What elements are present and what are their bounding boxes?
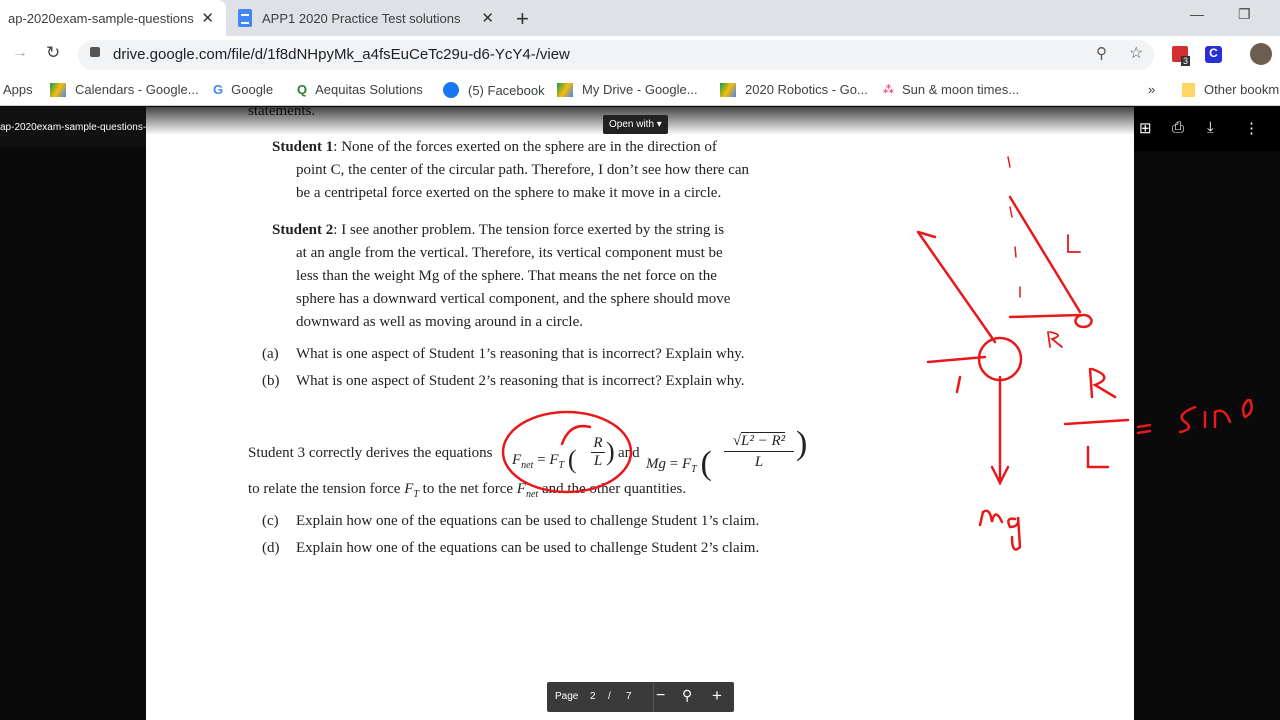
page-label: Page — [555, 691, 579, 702]
close-icon[interactable]: ✕ — [201, 9, 214, 27]
more-icon[interactable]: ⋮ — [1244, 119, 1259, 137]
student3-text: Student 3 correctly derives the equation… — [248, 445, 493, 461]
extension-badge: 3 — [1181, 56, 1191, 66]
student1-line: be a centripetal force exerted on the sp… — [296, 185, 722, 201]
viewer-toolbar: ⊞ ⎙ ⤓ ⋮ — [1134, 107, 1280, 151]
question-label: (a) — [262, 346, 279, 362]
drive-icon — [557, 82, 573, 97]
google-icon: G — [213, 82, 224, 97]
page-current[interactable]: 2 — [590, 691, 596, 702]
drive-icon — [720, 82, 736, 97]
lock-icon — [90, 47, 100, 57]
bookmark-facebook[interactable]: (5) Facebook — [443, 82, 545, 98]
folder-icon — [1182, 82, 1195, 97]
add-comment-icon[interactable]: ⊞ — [1139, 119, 1152, 137]
and-text: and — [618, 445, 640, 461]
zoom-icon[interactable]: ⚲ — [682, 687, 692, 704]
page-controls: Page 2 / 7 − ⚲ + — [547, 682, 734, 712]
restore-icon[interactable]: ❐ — [1238, 6, 1251, 23]
tab-docs[interactable]: APP1 2020 Practice Test solutions ✕ — [236, 0, 506, 36]
forward-icon[interactable]: → — [12, 44, 28, 62]
student1-line: point C, the center of the circular path… — [296, 162, 750, 178]
docs-icon — [238, 9, 252, 27]
open-with-button[interactable]: Open with ▾ — [603, 115, 668, 134]
sun-moon-icon: ⁂ — [883, 84, 894, 96]
bookmark-calendars[interactable]: Calendars - Google... — [50, 82, 199, 97]
close-icon[interactable]: ✕ — [481, 9, 494, 27]
reload-icon[interactable]: ↻ — [46, 43, 60, 63]
equation-fnet: Fnet = FT ( — [512, 445, 577, 474]
divider — [653, 682, 654, 712]
tab-title: APP1 2020 Practice Test solutions — [262, 10, 461, 26]
bookmark-my-drive[interactable]: My Drive - Google... — [557, 82, 698, 97]
page-separator: / — [608, 691, 611, 702]
paren: ) — [606, 437, 615, 466]
tab-bar: ap-2020exam-sample-questions ✕ APP1 2020 … — [0, 0, 1280, 36]
text-fragment: statements. — [248, 103, 316, 119]
c-extension-icon[interactable]: C — [1205, 46, 1222, 63]
new-tab-button[interactable]: + — [516, 6, 529, 32]
student2-line: sphere has a downward vertical component… — [296, 291, 731, 307]
question-text: What is one aspect of Student 2’s reason… — [296, 373, 745, 389]
zoom-out-icon[interactable]: − — [656, 687, 665, 705]
aequitas-icon: Q — [297, 82, 308, 97]
student2-line: downward as well as moving around in a c… — [296, 314, 583, 330]
bookmark-robotics[interactable]: 2020 Robotics - Go... — [720, 82, 868, 97]
fraction-sqrt: √L² − R² L — [724, 431, 794, 472]
sin-theta-text — [1178, 398, 1253, 434]
student2-line: less than the weight Mg of the sphere. T… — [296, 268, 717, 284]
relate-line: to relate the tension force FT to the ne… — [248, 481, 687, 500]
question-text: Explain how one of the equations can be … — [296, 540, 760, 556]
student1-line: Student 1: None of the forces exerted on… — [272, 139, 717, 155]
bookmarks-bar: Apps Calendars - Google... G Google Q Aequ… — [0, 74, 1280, 106]
zoom-in-icon[interactable]: + — [712, 686, 722, 706]
page-total: 7 — [626, 691, 632, 702]
url-text[interactable]: drive.google.com/file/d/1f8dNHpyMk_a4fsE… — [113, 46, 570, 63]
star-icon[interactable]: ☆ — [1129, 43, 1143, 63]
download-icon[interactable]: ⤓ — [1207, 119, 1214, 136]
question-label: (b) — [262, 373, 280, 389]
drive-icon — [50, 82, 66, 97]
tab-title: ap-2020exam-sample-questions — [8, 10, 194, 26]
bookmark-aequitas[interactable]: Q Aequitas Solutions — [297, 82, 423, 97]
student2-line: at an angle from the vertical. Therefore… — [296, 245, 723, 261]
question-text: What is one aspect of Student 1’s reason… — [296, 346, 745, 362]
other-bookmarks[interactable]: Other bookm — [1182, 82, 1279, 97]
bookmark-google[interactable]: G Google — [213, 82, 273, 97]
equation-mg: Mg = FT ( — [646, 445, 712, 482]
minimize-icon[interactable]: — — [1190, 6, 1204, 22]
pdf-viewer: statements. Student 1: None of the force… — [0, 103, 1280, 720]
print-icon[interactable]: ⎙ — [1172, 119, 1184, 136]
fraction-r-l: RL — [591, 435, 605, 470]
question-text: Explain how one of the equations can be … — [296, 513, 760, 529]
bookmarks-overflow[interactable]: » — [1148, 82, 1155, 97]
avatar[interactable] — [1250, 43, 1272, 65]
bookmark-apps[interactable]: Apps — [3, 82, 33, 97]
pdf-page: statements. Student 1: None of the force… — [146, 103, 1134, 720]
question-label: (c) — [262, 513, 279, 529]
facebook-icon — [443, 82, 459, 98]
question-label: (d) — [262, 540, 280, 556]
student2-line: Student 2: I see another problem. The te… — [272, 222, 725, 238]
bookmark-sun-moon[interactable]: ⁂ Sun & moon times... — [883, 82, 1019, 97]
tab-pdf[interactable]: ap-2020exam-sample-questions ✕ — [0, 0, 226, 36]
paren: ) — [796, 425, 808, 462]
equals-sign — [1136, 423, 1152, 435]
zoom-icon[interactable]: ⚲ — [1096, 44, 1107, 62]
file-name: ap-2020exam-sample-questions-physics-1.p… — [0, 107, 146, 147]
